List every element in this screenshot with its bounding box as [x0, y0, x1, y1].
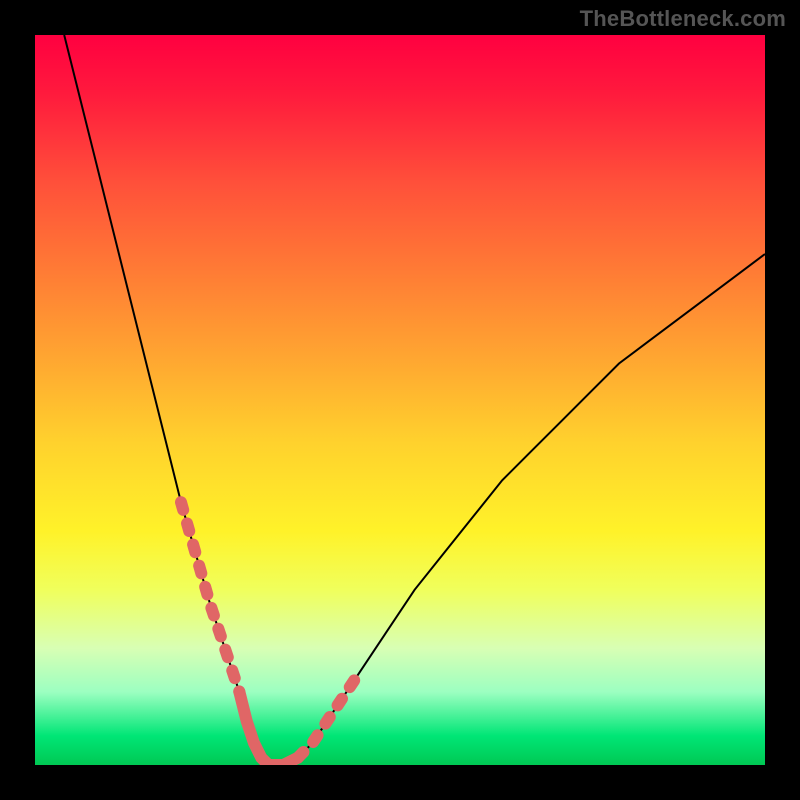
plot-area: [35, 35, 765, 765]
watermark-text: TheBottleneck.com: [580, 6, 786, 32]
curve-overlay: [35, 35, 765, 765]
highlight-right-ascent: [298, 677, 356, 757]
bottleneck-curve: [64, 35, 765, 765]
chart-frame: TheBottleneck.com: [0, 0, 800, 800]
highlight-valley-floor: [239, 692, 297, 765]
